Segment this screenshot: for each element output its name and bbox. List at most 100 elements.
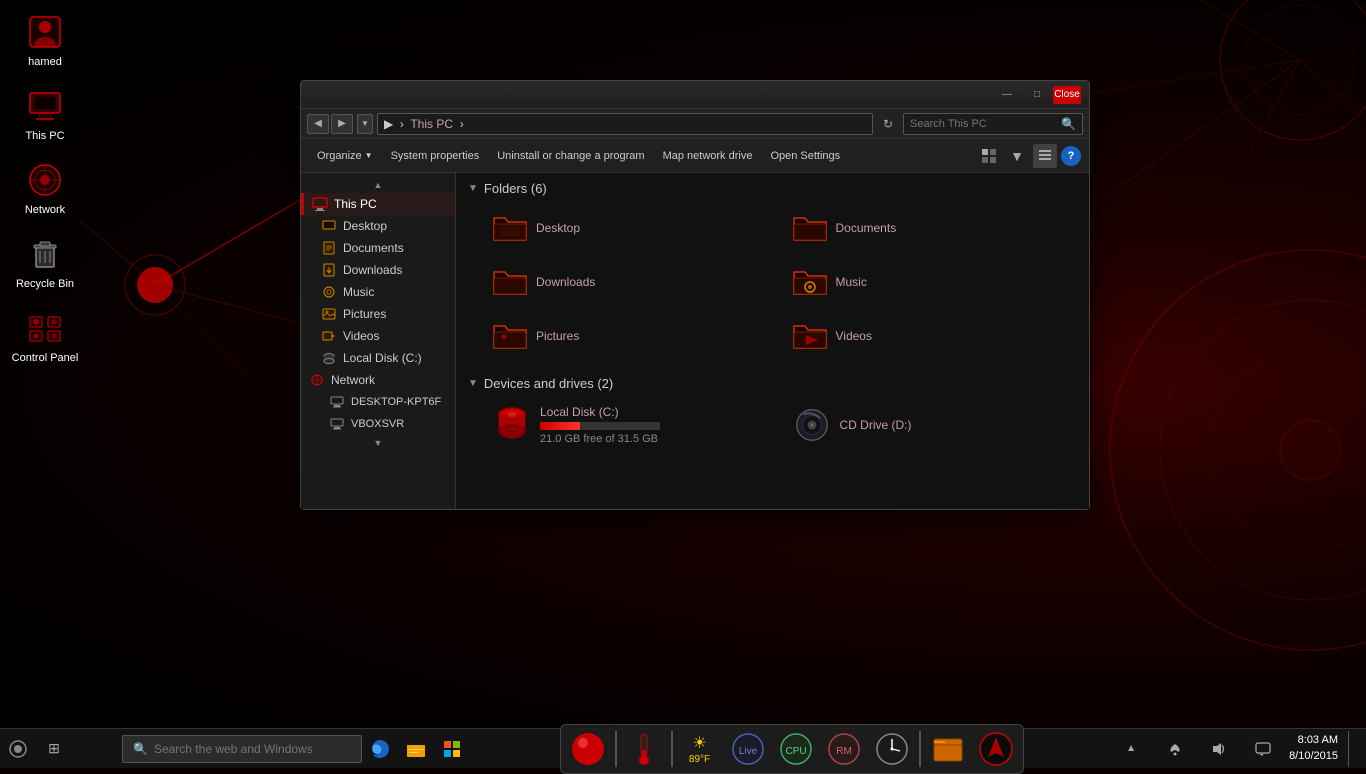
drive-localdisk[interactable]: Local Disk (C:) 21.0 GB free of 31.5 GB xyxy=(484,399,778,451)
folder-pictures[interactable]: Pictures xyxy=(484,312,778,360)
close-button[interactable]: Close xyxy=(1053,86,1081,104)
show-desktop-button[interactable] xyxy=(1348,731,1356,767)
volume-tray-icon[interactable] xyxy=(1201,735,1237,763)
folder-videos[interactable]: Videos xyxy=(784,312,1078,360)
desktop-icon-controlpanel[interactable]: Control Panel xyxy=(5,304,85,368)
edge-taskbar-button[interactable] xyxy=(362,735,398,763)
videos-sidebar-icon xyxy=(321,328,337,344)
file-explorer-taskbar-button[interactable] xyxy=(398,735,434,763)
desktop-icon-hamed[interactable]: hamed xyxy=(5,8,85,72)
sidebar-item-network[interactable]: Network xyxy=(301,369,455,391)
desktop-icons-container: hamed This PC Network xyxy=(0,0,90,376)
localdisk-drive-icon xyxy=(492,405,532,445)
thispc-label: This PC xyxy=(25,130,64,142)
navigation-bar: ◀ ▶ ▼ ▶ › This PC › ↻ 🔍 xyxy=(301,109,1089,139)
folder-documents[interactable]: Documents xyxy=(784,204,1078,252)
controlpanel-icon xyxy=(25,308,65,348)
drives-chevron: ▼ xyxy=(468,378,478,389)
documents-folder-icon xyxy=(792,210,828,246)
search-bar: 🔍 xyxy=(903,113,1083,135)
path-text: ▶ › This PC › xyxy=(384,117,464,131)
forward-button[interactable]: ▶ xyxy=(331,114,353,134)
dock-item-weather[interactable]: ☀ 89°F xyxy=(677,726,723,772)
folder-downloads[interactable]: Downloads xyxy=(484,258,778,306)
sidebar-item-desktopkpt[interactable]: DESKTOP-KPT6F xyxy=(301,391,455,413)
desktop-icon-thispc[interactable]: This PC xyxy=(5,82,85,146)
explorer-window: — □ Close ◀ ▶ ▼ ▶ › This PC › ↻ 🔍 Organi… xyxy=(300,80,1090,510)
downloads-folder-name: Downloads xyxy=(536,275,595,289)
view-options-button[interactable] xyxy=(977,144,1001,168)
network-label: Network xyxy=(25,204,65,216)
organize-arrow: ▼ xyxy=(365,151,373,160)
desktop-sidebar-icon xyxy=(321,218,337,234)
dock-item-redball[interactable] xyxy=(565,726,611,772)
desktop-icon-network[interactable]: Network xyxy=(5,156,85,220)
sidebar-item-music[interactable]: Music xyxy=(301,281,455,303)
dock-item-clock[interactable] xyxy=(869,726,915,772)
network-tray-icon[interactable] xyxy=(1157,735,1193,763)
dock-item-liveuse2[interactable]: CPU xyxy=(773,726,819,772)
sidebar-item-downloads[interactable]: Downloads xyxy=(301,259,455,281)
open-settings-button[interactable]: Open Settings xyxy=(762,143,848,169)
map-network-button[interactable]: Map network drive xyxy=(655,143,761,169)
sidebar-item-documents[interactable]: Documents xyxy=(301,237,455,259)
details-view-button[interactable] xyxy=(1033,144,1057,168)
sidebar-item-vboxsvr[interactable]: VBOXSVR xyxy=(301,413,455,435)
dock-item-alienware[interactable] xyxy=(973,726,1019,772)
file-view: ▼ Folders (6) Desktop xyxy=(456,173,1089,509)
taskbar-search-input[interactable] xyxy=(154,742,351,756)
taskbar-dock: ☀ 89°F Live CPU RM xyxy=(560,724,1024,774)
search-input[interactable] xyxy=(910,118,1061,130)
history-dropdown[interactable]: ▼ xyxy=(357,114,373,134)
music-sidebar-label: Music xyxy=(343,285,374,299)
uninstall-button[interactable]: Uninstall or change a program xyxy=(489,143,652,169)
store-taskbar-button[interactable] xyxy=(434,735,470,763)
scroll-up-button[interactable]: ▲ xyxy=(301,177,455,193)
minimize-button[interactable]: — xyxy=(993,86,1021,104)
svg-text:CPU: CPU xyxy=(785,746,806,757)
search-taskbar-icon: 🔍 xyxy=(133,742,148,756)
system-properties-button[interactable]: System properties xyxy=(383,143,488,169)
address-bar[interactable]: ▶ › This PC › xyxy=(377,113,873,135)
organize-button[interactable]: Organize ▼ xyxy=(309,143,381,169)
scroll-down-button[interactable]: ▼ xyxy=(301,435,455,451)
pictures-folder-name: Pictures xyxy=(536,329,579,343)
taskbar-search-bar: 🔍 xyxy=(122,735,362,763)
tray-chevron[interactable]: ▲ xyxy=(1113,735,1149,763)
view-dropdown-button[interactable]: ▼ xyxy=(1005,144,1029,168)
drive-cddrive[interactable]: CD Drive (D:) xyxy=(784,399,1078,451)
desktop-icon-recyclebin[interactable]: Recycle Bin xyxy=(5,230,85,294)
cddrive-icon xyxy=(792,405,832,445)
desktop-folder-name: Desktop xyxy=(536,221,580,235)
dock-item-liveuse1[interactable]: Live xyxy=(725,726,771,772)
maximize-button[interactable]: □ xyxy=(1023,86,1051,104)
vboxsvr-label: VBOXSVR xyxy=(351,418,404,430)
message-tray-icon[interactable] xyxy=(1245,735,1281,763)
drives-section-header[interactable]: ▼ Devices and drives (2) xyxy=(468,376,1077,391)
dock-item-thermometer[interactable] xyxy=(621,726,667,772)
dock-sep-3 xyxy=(919,731,921,767)
folder-desktop[interactable]: Desktop xyxy=(484,204,778,252)
back-button[interactable]: ◀ xyxy=(307,114,329,134)
desktop-sidebar-label: Desktop xyxy=(343,219,387,233)
sidebar-item-thispc[interactable]: This PC xyxy=(301,193,455,215)
folders-section-header[interactable]: ▼ Folders (6) xyxy=(468,181,1077,196)
task-view-button[interactable]: ⊞ xyxy=(36,735,72,763)
dock-item-rm[interactable]: RM xyxy=(821,726,867,772)
folders-grid: Desktop Documents xyxy=(484,204,1077,360)
sidebar-item-videos[interactable]: Videos xyxy=(301,325,455,347)
sidebar-item-desktop[interactable]: Desktop xyxy=(301,215,455,237)
refresh-button[interactable]: ↻ xyxy=(877,113,899,135)
dock-item-folders[interactable] xyxy=(925,726,971,772)
nav-back-container: ◀ ▶ xyxy=(307,114,353,134)
sidebar-item-pictures[interactable]: Pictures xyxy=(301,303,455,325)
folder-music[interactable]: Music xyxy=(784,258,1078,306)
desktopkpt-icon xyxy=(329,394,345,410)
sidebar-item-localdisk[interactable]: Local Disk (C:) xyxy=(301,347,455,369)
organize-label: Organize xyxy=(317,150,362,162)
music-folder-name: Music xyxy=(836,275,867,289)
help-button[interactable]: ? xyxy=(1061,146,1081,166)
folders-section-label: Folders (6) xyxy=(484,181,547,196)
start-button[interactable] xyxy=(0,735,36,763)
videos-folder-name: Videos xyxy=(836,329,872,343)
